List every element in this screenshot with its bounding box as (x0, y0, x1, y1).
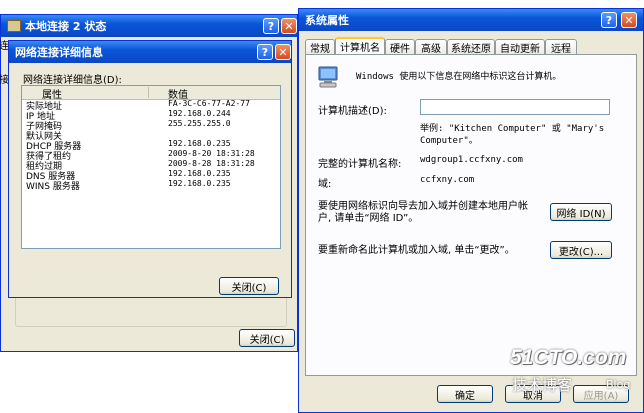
network-icon (7, 20, 21, 32)
list-header: 属性 数值 (22, 86, 280, 101)
system-properties-titlebar[interactable]: 系统属性 (299, 9, 643, 31)
row-value: 255.255.255.0 (168, 119, 231, 128)
close-button-details[interactable]: 关闭(C) (219, 277, 279, 295)
row-value: 2009-8-20 18:31:28 (168, 149, 255, 158)
computer-icon (316, 65, 340, 89)
tab-page-computer-name: Windows 使用以下信息在网络中标识这台计算机。 计算机描述(D): 举例:… (305, 54, 637, 376)
list-label: 网络连接详细信息(D): (23, 75, 122, 86)
network-id-text: 要使用网络标识向导去加入域并创建本地用户帐户, 请单击“网络 ID”。 (318, 201, 528, 224)
network-details-dialog: 网络连接详细信息 ? ✕ 网络连接详细信息(D): 属性 数值 实际地址 FA-3… (8, 40, 292, 298)
table-row[interactable]: 实际地址 FA-3C-C6-77-A2-77 (22, 99, 280, 112)
close-button[interactable]: ✕ (621, 12, 637, 28)
row-value: 192.168.0.235 (168, 179, 231, 188)
tab-2[interactable]: 硬件 (385, 39, 415, 55)
close-button-local[interactable]: 关闭(C) (239, 329, 295, 347)
example-text: 举例: "Kitchen Computer" 或 "Mary's Compute… (420, 124, 605, 146)
tab-3[interactable]: 高级 (415, 39, 447, 55)
ok-button[interactable]: 确定 (437, 385, 493, 403)
row-value: FA-3C-C6-77-A2-77 (168, 99, 250, 108)
row-value: 192.168.0.235 (168, 169, 231, 178)
full-name-value: wdgroup1.ccfxny.com (420, 155, 523, 165)
help-button[interactable]: ? (263, 18, 279, 34)
full-name-label: 完整的计算机名称: (318, 159, 402, 170)
change-button[interactable]: 更改(C)... (550, 241, 612, 259)
tab-4[interactable]: 系统还原 (447, 39, 495, 55)
domain-value: ccfxny.com (420, 175, 475, 185)
network-id-button[interactable]: 网络 ID(N) (550, 203, 612, 221)
help-button[interactable]: ? (601, 12, 617, 28)
window-title: 本地连接 2 状态 (25, 20, 107, 33)
row-property: WINS 服务器 (26, 182, 80, 192)
computer-description-input[interactable] (420, 99, 610, 115)
dialog-title: 系统属性 (305, 14, 349, 27)
help-button[interactable]: ? (257, 44, 273, 60)
close-button[interactable]: ✕ (281, 18, 297, 34)
tab-0[interactable]: 常规 (305, 39, 335, 55)
domain-label: 域: (318, 179, 332, 190)
tab-strip: 常规 计算机名 硬件 高级 系统还原 自动更新 远程 (305, 37, 577, 55)
row-value: 192.168.0.235 (168, 139, 231, 148)
local-connection-titlebar[interactable]: 本地连接 2 状态 (1, 15, 297, 37)
cancel-button[interactable]: 取消 (505, 385, 561, 403)
table-row[interactable]: WINS 服务器 192.168.0.235 (22, 179, 280, 192)
row-value: 2009-8-28 18:31:28 (168, 159, 255, 168)
description-label: 计算机描述(D): (318, 106, 387, 117)
details-list[interactable]: 属性 数值 实际地址 FA-3C-C6-77-A2-77 IP 地址 192.168.… (21, 85, 281, 249)
row-value: 192.168.0.244 (168, 109, 231, 118)
system-properties-dialog: 系统属性 ? ✕ 常规 计算机名 硬件 高级 系统还原 自动更新 远程 Windows 使用… (298, 8, 644, 413)
intro-text: Windows 使用以下信息在网络中标识这台计算机。 (356, 72, 562, 82)
tab-5[interactable]: 自动更新 (495, 39, 545, 55)
network-details-titlebar[interactable]: 网络连接详细信息 (9, 41, 291, 63)
dialog-title: 网络连接详细信息 (15, 46, 103, 59)
rename-text: 要重新命名此计算机或加入域, 单击“更改”。 (318, 245, 515, 256)
tab-6[interactable]: 远程 (545, 39, 577, 55)
close-button[interactable]: ✕ (275, 44, 291, 60)
details-rows: 实际地址 FA-3C-C6-77-A2-77 IP 地址 192.168.0.244 子… (22, 99, 280, 192)
tab-1[interactable]: 计算机名 (335, 37, 385, 54)
apply-button[interactable]: 应用(A) (573, 385, 629, 403)
